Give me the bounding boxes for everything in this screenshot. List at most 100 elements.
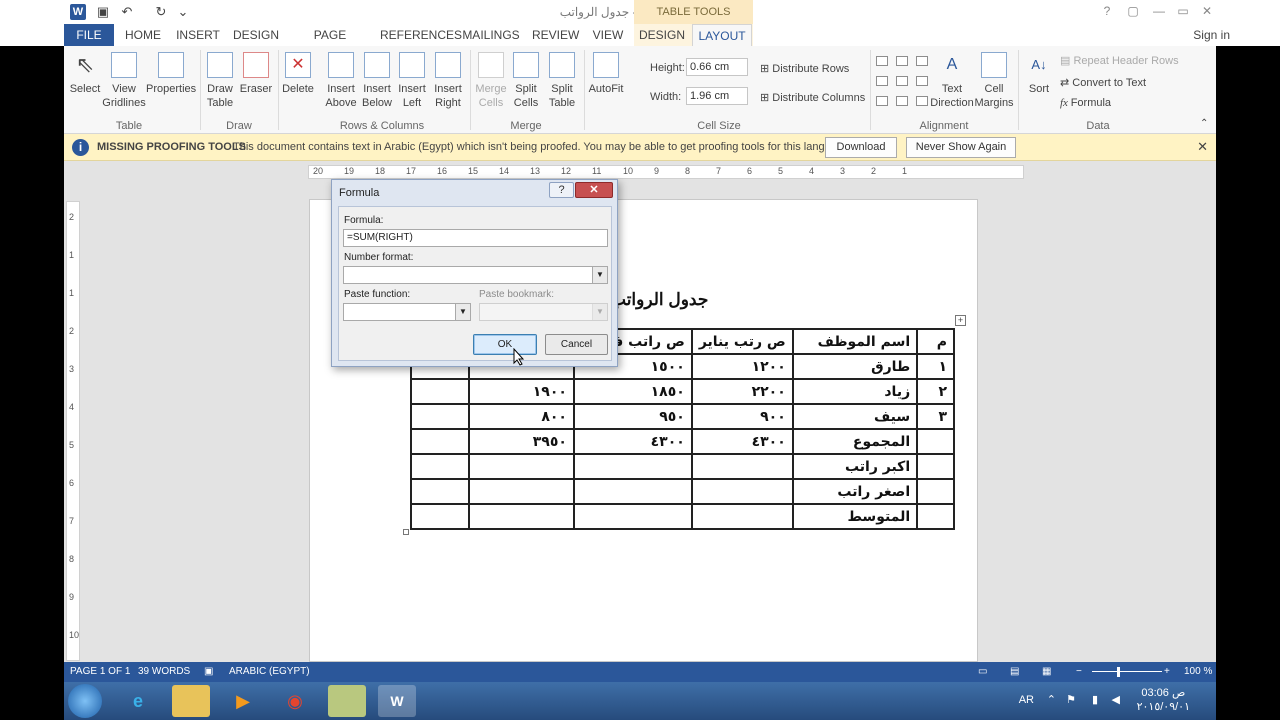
align-top-center-icon[interactable] xyxy=(896,56,908,66)
split-cells-button[interactable]: Split Cells xyxy=(508,52,544,110)
sign-in-link[interactable]: Sign in xyxy=(1193,28,1230,42)
table-cell[interactable]: المتوسط xyxy=(791,503,919,530)
table-cell[interactable] xyxy=(409,403,471,430)
chrome-icon[interactable]: ◉ xyxy=(276,685,314,717)
table-resize-handle[interactable] xyxy=(403,529,409,535)
media-player-icon[interactable]: ▶ xyxy=(224,685,262,717)
split-table-button[interactable]: Split Table xyxy=(544,52,580,110)
table-cell[interactable] xyxy=(916,453,955,480)
align-bottom-center-icon[interactable] xyxy=(896,96,908,106)
tab-table-design[interactable]: DESIGN xyxy=(638,24,686,46)
paste-bookmark-select[interactable]: ▼ xyxy=(479,303,608,321)
align-middle-right-icon[interactable] xyxy=(876,76,888,86)
paste-function-select[interactable]: ▼ xyxy=(343,303,471,321)
ribbon-display-icon[interactable]: ▢ xyxy=(1124,4,1142,20)
number-format-select[interactable]: ▼ xyxy=(343,266,608,284)
table-cell[interactable] xyxy=(690,503,794,530)
table-cell[interactable] xyxy=(409,378,471,405)
dialog-help-button[interactable]: ? xyxy=(549,182,574,198)
table-cell[interactable]: ٣ xyxy=(916,403,955,430)
table-cell[interactable] xyxy=(468,478,575,505)
table-cell[interactable]: ص رتب يناير xyxy=(690,328,794,355)
zoom-slider-thumb[interactable] xyxy=(1117,667,1120,677)
table-cell[interactable] xyxy=(409,503,471,530)
formula-button[interactable]: fx Formula xyxy=(1060,97,1111,109)
merge-cells-button[interactable]: Merge Cells xyxy=(472,52,510,110)
table-cell[interactable] xyxy=(572,503,693,530)
table-cell[interactable]: ٤٣٠٠ xyxy=(690,428,794,455)
select-button[interactable]: ⇖ Select xyxy=(68,52,102,96)
table-cell[interactable] xyxy=(916,478,955,505)
table-cell[interactable]: ٨٠٠ xyxy=(468,403,575,430)
zoom-in-icon[interactable]: + xyxy=(1164,666,1170,677)
web-layout-icon[interactable]: ▦ xyxy=(1042,666,1051,677)
table-cell[interactable] xyxy=(916,503,955,530)
table-cell[interactable]: ١٢٠٠ xyxy=(690,353,794,380)
table-cell[interactable]: ٢٢٠٠ xyxy=(690,378,794,405)
table-cell[interactable] xyxy=(409,453,471,480)
height-input[interactable]: 0.66 cm xyxy=(686,58,748,76)
cancel-button[interactable]: Cancel xyxy=(545,334,608,355)
table-cell[interactable]: ١٩٠٠ xyxy=(468,378,575,405)
tab-references[interactable]: REFERENCES xyxy=(380,24,462,46)
table-cell[interactable] xyxy=(572,453,693,480)
language-indicator[interactable]: ARABIC (EGYPT) xyxy=(229,666,310,677)
distribute-rows-button[interactable]: ⊞ Distribute Rows xyxy=(760,62,849,75)
text-direction-button[interactable]: A Text Direction xyxy=(930,52,974,110)
table-cell[interactable] xyxy=(468,453,575,480)
insert-below-button[interactable]: Insert Below xyxy=(358,52,396,110)
table-cell[interactable] xyxy=(409,428,471,455)
table-cell[interactable]: زياد xyxy=(791,378,919,405)
align-bottom-left-icon[interactable] xyxy=(916,96,928,106)
chevron-down-icon[interactable]: ▼ xyxy=(592,304,607,320)
table-cell[interactable] xyxy=(690,453,794,480)
width-input[interactable]: 1.96 cm xyxy=(686,87,748,105)
insert-left-button[interactable]: Insert Left xyxy=(394,52,430,110)
table-cell[interactable]: اكبر راتب xyxy=(791,453,919,480)
table-cell[interactable]: ٩٠٠ xyxy=(690,403,794,430)
draw-table-button[interactable]: Draw Table xyxy=(202,52,238,110)
align-top-right-icon[interactable] xyxy=(876,56,888,66)
input-language[interactable]: AR xyxy=(1019,694,1034,706)
align-middle-left-icon[interactable] xyxy=(916,76,928,86)
dialog-close-button[interactable]: ✕ xyxy=(575,182,613,198)
table-cell[interactable] xyxy=(916,428,955,455)
tab-mailings[interactable]: MAILINGS xyxy=(462,24,520,46)
sort-button[interactable]: A↓ Sort xyxy=(1024,52,1054,96)
tab-review[interactable]: REVIEW xyxy=(532,24,579,46)
table-cell[interactable]: ٤٣٠٠ xyxy=(572,428,693,455)
word-count[interactable]: 39 WORDS xyxy=(138,666,190,677)
properties-button[interactable]: Properties xyxy=(146,52,196,96)
repeat-header-rows-button[interactable]: ▤ Repeat Header Rows xyxy=(1060,54,1179,67)
chevron-down-icon[interactable]: ▼ xyxy=(455,304,470,320)
table-cell[interactable] xyxy=(690,478,794,505)
view-gridlines-button[interactable]: View Gridlines xyxy=(102,52,146,110)
close-icon[interactable]: ✕ xyxy=(1197,139,1208,155)
collapse-ribbon-icon[interactable]: ⌃ xyxy=(1200,118,1208,129)
start-button[interactable] xyxy=(68,684,102,718)
system-clock[interactable]: 03:06 ص ٢٠١٥/٠٩/٠١ xyxy=(1137,686,1190,714)
network-icon[interactable]: ▮ xyxy=(1092,693,1098,706)
tab-design[interactable]: DESIGN xyxy=(232,24,280,46)
vertical-ruler[interactable]: 2 1 1 2 3 4 5 6 7 8 9 10 xyxy=(66,201,80,661)
zoom-level[interactable]: 100 % xyxy=(1184,666,1212,677)
convert-to-text-button[interactable]: ⇄ Convert to Text xyxy=(1060,76,1146,89)
cell-margins-button[interactable]: Cell Margins xyxy=(974,52,1014,110)
table-cell[interactable]: سيف xyxy=(791,403,919,430)
zoom-slider[interactable] xyxy=(1092,671,1162,672)
volume-icon[interactable]: ◀ xyxy=(1112,693,1120,706)
zoom-out-icon[interactable]: − xyxy=(1076,666,1082,677)
tab-insert[interactable]: INSERT xyxy=(176,24,220,46)
table-cell[interactable]: اسم الموظف xyxy=(791,328,919,355)
table-cell[interactable] xyxy=(468,503,575,530)
internet-explorer-icon[interactable]: e xyxy=(119,685,157,717)
align-middle-center-icon[interactable] xyxy=(896,76,908,86)
eraser-button[interactable]: Eraser xyxy=(238,52,274,96)
page-count[interactable]: PAGE 1 OF 1 xyxy=(70,666,130,677)
formula-input[interactable]: =SUM(RIGHT) xyxy=(343,229,608,247)
table-cell[interactable]: طارق xyxy=(791,353,919,380)
insert-right-button[interactable]: Insert Right xyxy=(430,52,466,110)
table-cell[interactable]: ٢ xyxy=(916,378,955,405)
close-window-button[interactable]: ✕ xyxy=(1198,4,1216,20)
tray-chevron-icon[interactable]: ⌃ xyxy=(1047,693,1056,706)
